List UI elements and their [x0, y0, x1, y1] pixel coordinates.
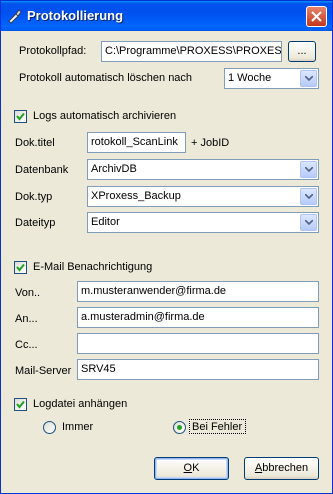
archive-checkbox[interactable]	[14, 110, 27, 123]
focus-rect	[189, 419, 246, 434]
dropdown-arrow[interactable]	[300, 214, 317, 231]
von-label: Von..	[15, 287, 41, 299]
chevron-down-icon	[305, 167, 313, 172]
cancel-button[interactable]: Abbrechen	[244, 457, 319, 480]
logdatei-label[interactable]: Logdatei anhängen	[33, 398, 127, 410]
auto-delete-value: 1 Woche	[228, 72, 272, 84]
window-title: Protokollierung	[27, 8, 124, 23]
checkmark-icon	[16, 112, 25, 121]
protokollpfad-label: Protokollpfad:	[19, 45, 87, 57]
close-button[interactable]	[306, 6, 327, 27]
checkmark-icon	[16, 400, 25, 409]
close-icon	[311, 11, 322, 22]
jobid-label: + JobID	[191, 137, 230, 149]
radio-bei-fehler[interactable]	[173, 421, 186, 434]
archive-label[interactable]: Logs automatisch archivieren	[33, 110, 176, 122]
dialog-body: Protokollpfad: C:\Programme\PROXESS\PROX…	[4, 31, 329, 490]
dropdown-arrow[interactable]	[300, 161, 317, 178]
auto-delete-select[interactable]: 1 Woche	[224, 68, 319, 89]
protocol-icon	[8, 9, 22, 24]
auto-delete-label: Protokoll automatisch löschen nach	[19, 72, 193, 84]
protokollpfad-input[interactable]: C:\Programme\PROXESS\PROXESS	[101, 41, 282, 62]
doktyp-select[interactable]: XProxess_Backup	[87, 186, 319, 207]
dateityp-value: Editor	[91, 216, 120, 228]
chevron-down-icon	[305, 194, 313, 199]
dateityp-label: Dateityp	[15, 217, 56, 229]
von-input[interactable]: m.musteranwender@firma.de	[77, 281, 319, 302]
datenbank-label: Datenbank	[15, 164, 69, 176]
doktyp-label: Dok.typ	[15, 191, 53, 203]
email-checkbox[interactable]	[14, 261, 27, 274]
ok-rest: K	[192, 462, 200, 474]
an-label: An...	[15, 313, 38, 325]
cancel-rest: bbrechen	[262, 462, 309, 474]
datenbank-select[interactable]: ArchivDB	[87, 159, 319, 180]
cc-input[interactable]	[77, 333, 319, 354]
doktitel-input[interactable]: rotokoll_ScanLink	[87, 132, 186, 153]
an-input[interactable]: a.musteradmin@firma.de	[77, 307, 319, 328]
browse-button[interactable]: ...	[288, 41, 316, 62]
dateityp-select[interactable]: Editor	[87, 212, 319, 233]
email-label[interactable]: E-Mail Benachrichtigung	[33, 261, 152, 273]
datenbank-value: ArchivDB	[91, 163, 137, 175]
dropdown-arrow[interactable]	[300, 188, 317, 205]
title-bar[interactable]: Protokollierung	[1, 1, 332, 31]
mailserver-label: Mail-Server	[15, 365, 72, 377]
cc-label: Cc...	[15, 339, 38, 351]
doktitel-label: Dok.titel	[15, 137, 55, 149]
mailserver-input[interactable]: SRV45	[77, 359, 319, 380]
radio-immer[interactable]	[43, 421, 56, 434]
ok-button[interactable]: OK	[154, 457, 229, 480]
radio-immer-label[interactable]: Immer	[62, 421, 93, 433]
ok-mnemonic: O	[183, 462, 193, 474]
logdatei-checkbox[interactable]	[14, 398, 27, 411]
chevron-down-icon	[305, 76, 313, 81]
radio-selected-dot	[177, 425, 182, 430]
chevron-down-icon	[305, 220, 313, 225]
checkmark-icon	[16, 263, 25, 272]
dropdown-arrow[interactable]	[300, 70, 317, 87]
doktyp-value: XProxess_Backup	[91, 190, 181, 202]
dialog-window: Protokollierung Protokollpfad: C:\Progra…	[0, 0, 333, 494]
